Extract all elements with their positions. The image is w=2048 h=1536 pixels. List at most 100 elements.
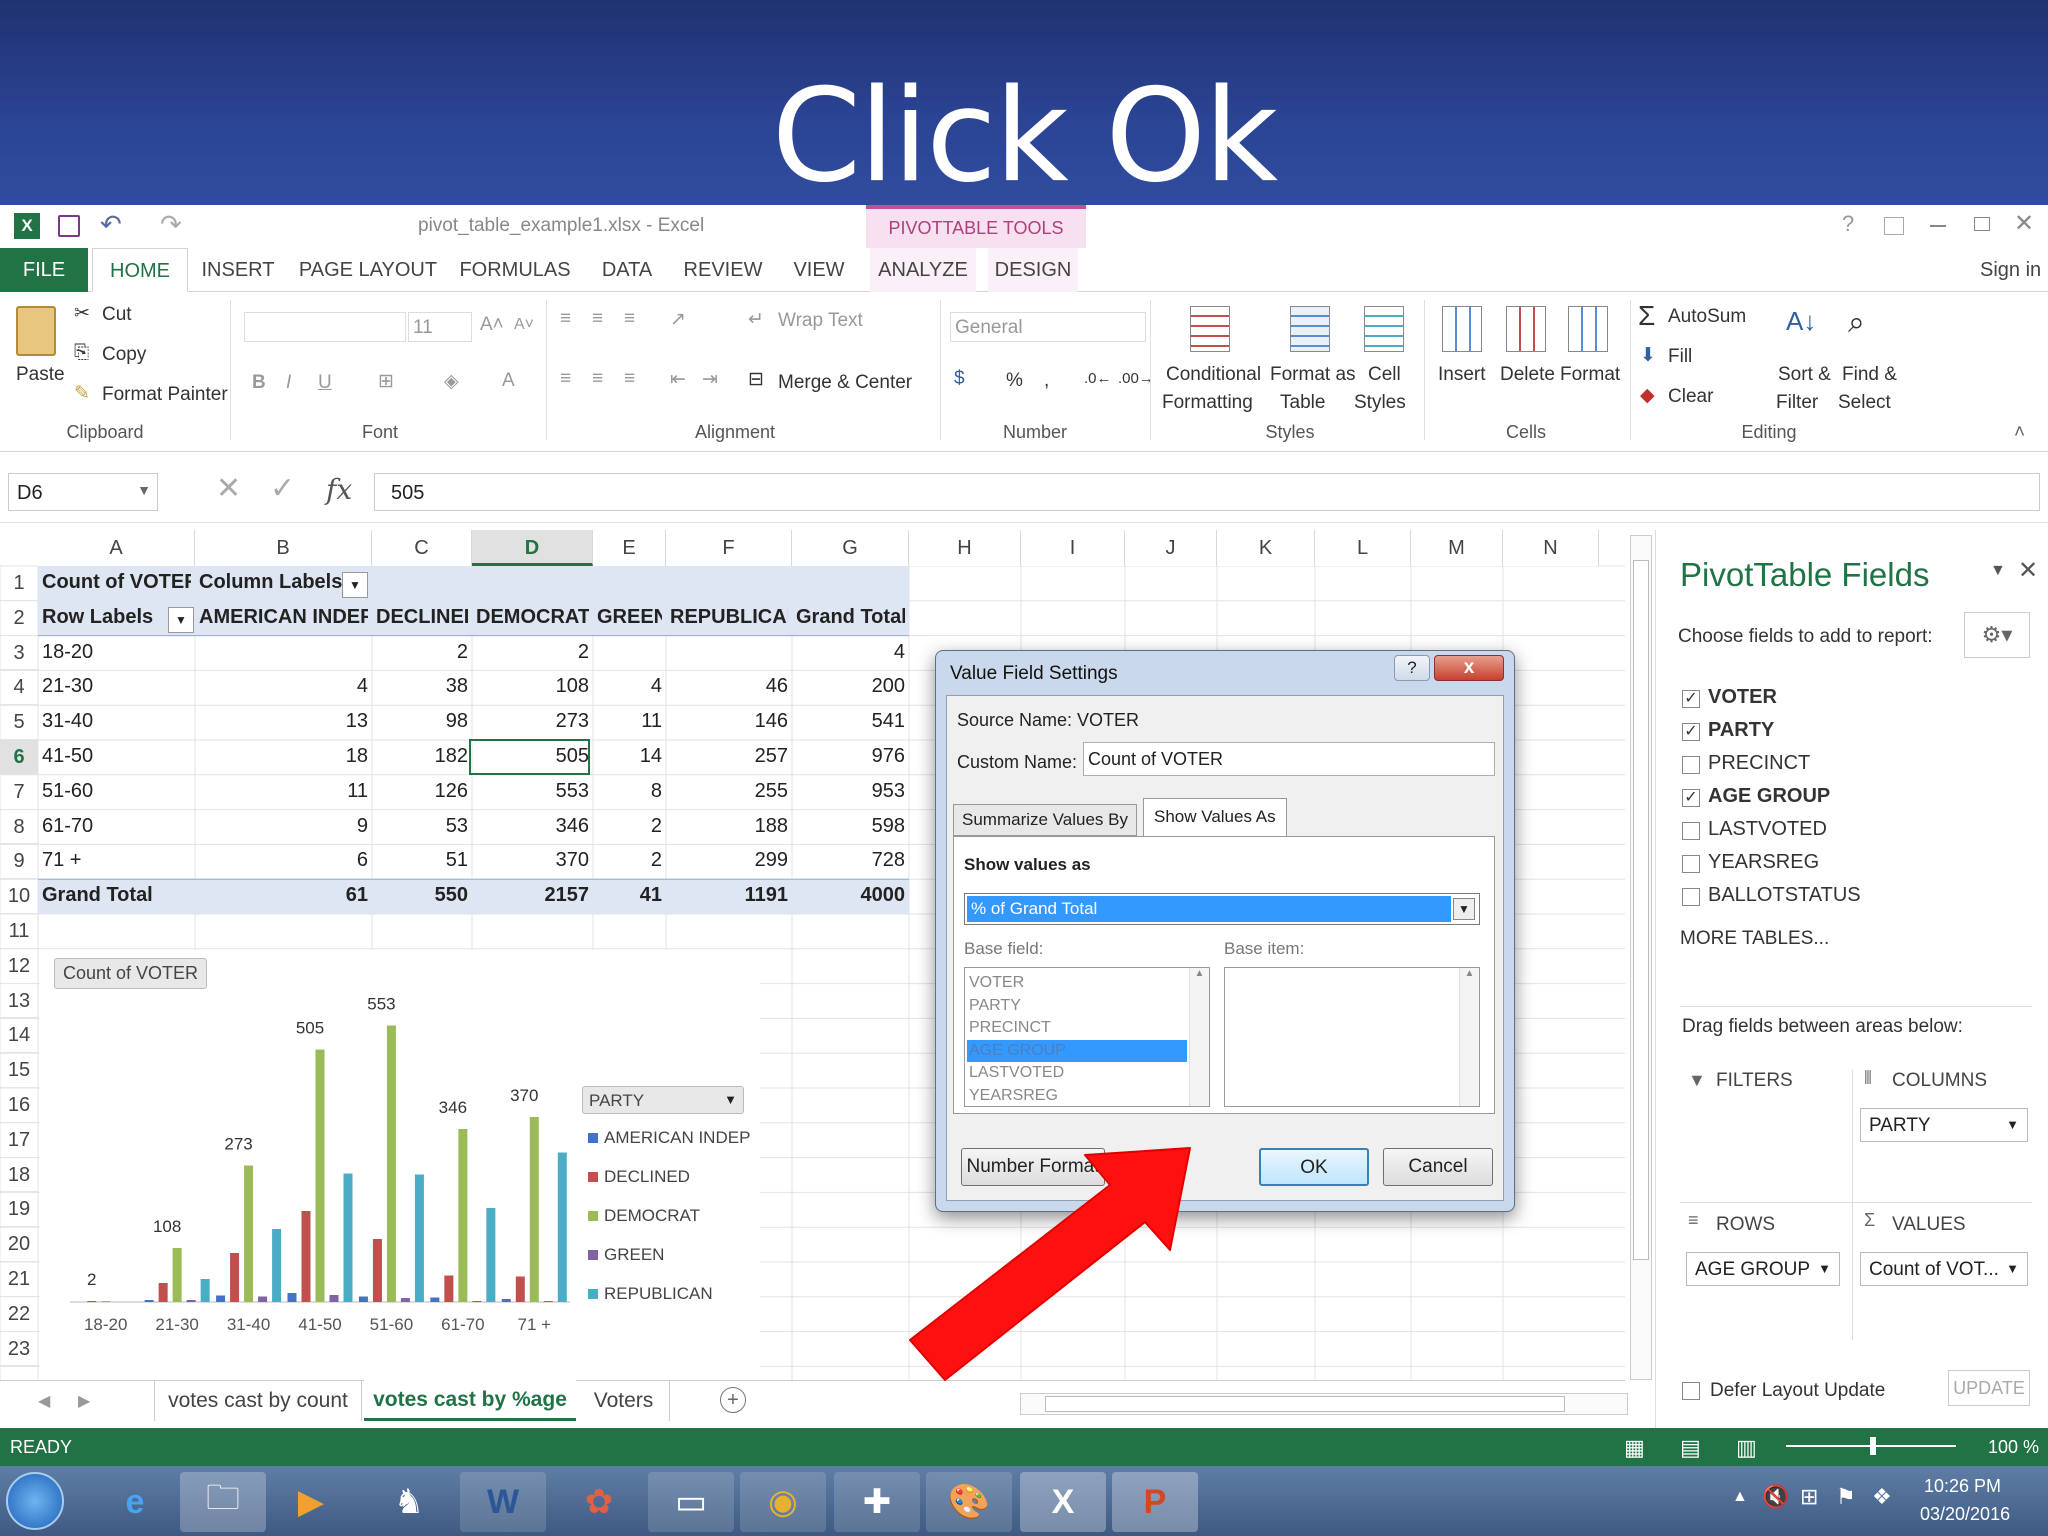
vertical-scrollbar[interactable]: [1630, 535, 1652, 1380]
pivot-value-cell[interactable]: 728: [796, 849, 905, 872]
increase-decimal-icon[interactable]: .0←: [1084, 370, 1112, 387]
pivot-value-cell[interactable]: 553: [476, 780, 589, 803]
file-explorer-icon[interactable]: 🗀: [180, 1472, 266, 1532]
pivot-value-cell[interactable]: 8: [597, 780, 662, 803]
defer-layout-checkbox[interactable]: [1682, 1382, 1700, 1400]
copy-icon[interactable]: ⎘: [74, 342, 89, 364]
base-item-scrollbar[interactable]: ▲: [1459, 968, 1479, 1106]
sort-filter-label-1[interactable]: Sort &: [1778, 364, 1831, 386]
name-box-dropdown-icon[interactable]: ▼: [137, 482, 151, 498]
cancel-entry-icon[interactable]: ✕: [216, 471, 241, 506]
base-field-option[interactable]: PARTY: [967, 995, 1187, 1017]
values-area-item[interactable]: Count of VOT... ▼: [1860, 1252, 2028, 1286]
pivot-header-cell[interactable]: GREEN: [597, 606, 662, 629]
format-as-table-icon[interactable]: [1290, 306, 1330, 352]
find-select-icon[interactable]: ⌕: [1848, 306, 1865, 340]
tab-home[interactable]: HOME: [92, 248, 188, 292]
tray-app-icon[interactable]: ⚑: [1836, 1484, 1856, 1510]
column-header-e[interactable]: E: [593, 530, 666, 566]
pane-settings-button[interactable]: ⚙▾: [1964, 612, 2030, 658]
merge-center-button[interactable]: Merge & Center: [778, 372, 912, 394]
column-header-b[interactable]: B: [195, 530, 372, 566]
legend-field-button[interactable]: PARTY ▼: [582, 1086, 744, 1114]
delete-cells-icon[interactable]: [1506, 306, 1546, 352]
find-select-label-2[interactable]: Select: [1838, 392, 1891, 414]
pivot-value-cell[interactable]: 14: [597, 745, 662, 768]
row-header-7[interactable]: 7: [0, 775, 38, 810]
pivot-header-cell[interactable]: REPUBLICAN: [670, 606, 788, 629]
pivot-value-cell[interactable]: 108: [476, 675, 589, 698]
base-field-list[interactable]: VOTER PARTY PRECINCT AGE GROUP LASTVOTED YEAR…: [964, 967, 1210, 1107]
find-select-label-1[interactable]: Find &: [1842, 364, 1897, 386]
percent-button[interactable]: %: [1006, 370, 1023, 392]
rows-item-dropdown-icon[interactable]: ▼: [1818, 1261, 1831, 1276]
accounting-icon[interactable]: $: [954, 368, 965, 390]
pivot-value-cell[interactable]: 598: [796, 815, 905, 838]
format-painter-button[interactable]: Format Painter: [102, 384, 228, 406]
field-label[interactable]: AGE GROUP: [1708, 785, 1830, 808]
formula-input[interactable]: 505: [374, 473, 2040, 511]
row-header-4[interactable]: 4: [0, 670, 38, 706]
column-header-g[interactable]: G: [792, 530, 909, 566]
row-header-9[interactable]: 9: [0, 844, 38, 880]
network-icon[interactable]: ⊞: [1800, 1484, 1818, 1510]
pivot-grand-total-cell[interactable]: 61: [199, 884, 368, 907]
pivot-value-cell[interactable]: 9: [199, 815, 368, 838]
font-color-icon[interactable]: A: [502, 370, 515, 392]
tab-review[interactable]: REVIEW: [680, 248, 766, 292]
pivot-row-label[interactable]: 61-70: [42, 815, 191, 838]
align-right-icon[interactable]: ≡: [624, 368, 635, 390]
orientation-icon[interactable]: ↗: [670, 308, 686, 331]
chess-icon[interactable]: ♞: [366, 1472, 452, 1532]
shrink-font-icon[interactable]: A˅: [514, 316, 534, 334]
field-checkbox-yearsreg[interactable]: [1682, 855, 1700, 873]
row-header-11[interactable]: 11: [0, 914, 38, 949]
fill-button[interactable]: Fill: [1668, 346, 1692, 368]
base-field-option[interactable]: VOTER: [967, 972, 1187, 994]
row-header-12[interactable]: 12: [0, 949, 38, 984]
base-item-list[interactable]: ▲: [1224, 967, 1480, 1107]
row-header-8[interactable]: 8: [0, 810, 38, 845]
base-field-option[interactable]: AGE GROUP: [967, 1039, 1187, 1062]
pivot-chart[interactable]: Count of VOTER 18-20 2 21-30 108 31-40 273 41-…: [40, 950, 760, 1380]
row-header-15[interactable]: 15: [0, 1053, 38, 1088]
cancel-button[interactable]: Cancel: [1383, 1148, 1493, 1186]
pivot-value-cell[interactable]: 98: [376, 710, 468, 733]
tab-view[interactable]: VIEW: [784, 248, 854, 292]
more-tables-link[interactable]: MORE TABLES...: [1680, 928, 1829, 950]
base-field-option[interactable]: YEARSREG: [967, 1085, 1187, 1107]
scroll-thumb[interactable]: [1045, 1396, 1565, 1412]
merge-center-icon[interactable]: ⊟: [748, 368, 764, 391]
pivot-header-cell[interactable]: DEMOCRAT: [476, 606, 589, 629]
pivot-value-cell[interactable]: 13: [199, 710, 368, 733]
field-label[interactable]: YEARSREG: [1708, 851, 1819, 874]
align-left-icon[interactable]: ≡: [560, 368, 571, 390]
field-checkbox-voter[interactable]: ✓: [1682, 690, 1700, 708]
tray-expand-icon[interactable]: ▲: [1732, 1488, 1748, 1506]
normal-view-icon[interactable]: ▦: [1624, 1435, 1645, 1461]
row-header-16[interactable]: 16: [0, 1088, 38, 1123]
sort-filter-label-2[interactable]: Filter: [1776, 392, 1818, 414]
decrease-decimal-icon[interactable]: .00→: [1118, 370, 1154, 387]
format-as-table-label-1[interactable]: Format as: [1270, 364, 1356, 386]
zoom-slider[interactable]: [1786, 1437, 1956, 1455]
collapse-ribbon-icon[interactable]: ˄: [2014, 422, 2025, 444]
fill-color-icon[interactable]: ◈: [444, 370, 459, 393]
pivot-value-cell[interactable]: 11: [199, 780, 368, 803]
cell-styles-label-2[interactable]: Styles: [1354, 392, 1406, 414]
column-labels-filter-icon[interactable]: ▼: [342, 572, 368, 598]
autosum-icon[interactable]: Σ: [1638, 300, 1655, 332]
maximize-icon[interactable]: [1974, 217, 1990, 231]
column-header-l[interactable]: L: [1315, 530, 1411, 566]
row-header-20[interactable]: 20: [0, 1227, 38, 1262]
undo-icon[interactable]: ↶: [100, 209, 122, 240]
pivot-value-cell[interactable]: 4: [199, 675, 368, 698]
conditional-formatting-icon[interactable]: [1190, 306, 1230, 352]
row-header-10[interactable]: 10: [0, 879, 38, 914]
field-label[interactable]: LASTVOTED: [1708, 818, 1827, 841]
pivot-value-cell[interactable]: 2: [476, 641, 589, 664]
column-header-n[interactable]: N: [1503, 530, 1599, 566]
column-header-a[interactable]: A: [38, 530, 195, 566]
tab-summarize-values[interactable]: Summarize Values By: [953, 804, 1137, 836]
bold-button[interactable]: B: [252, 372, 266, 394]
